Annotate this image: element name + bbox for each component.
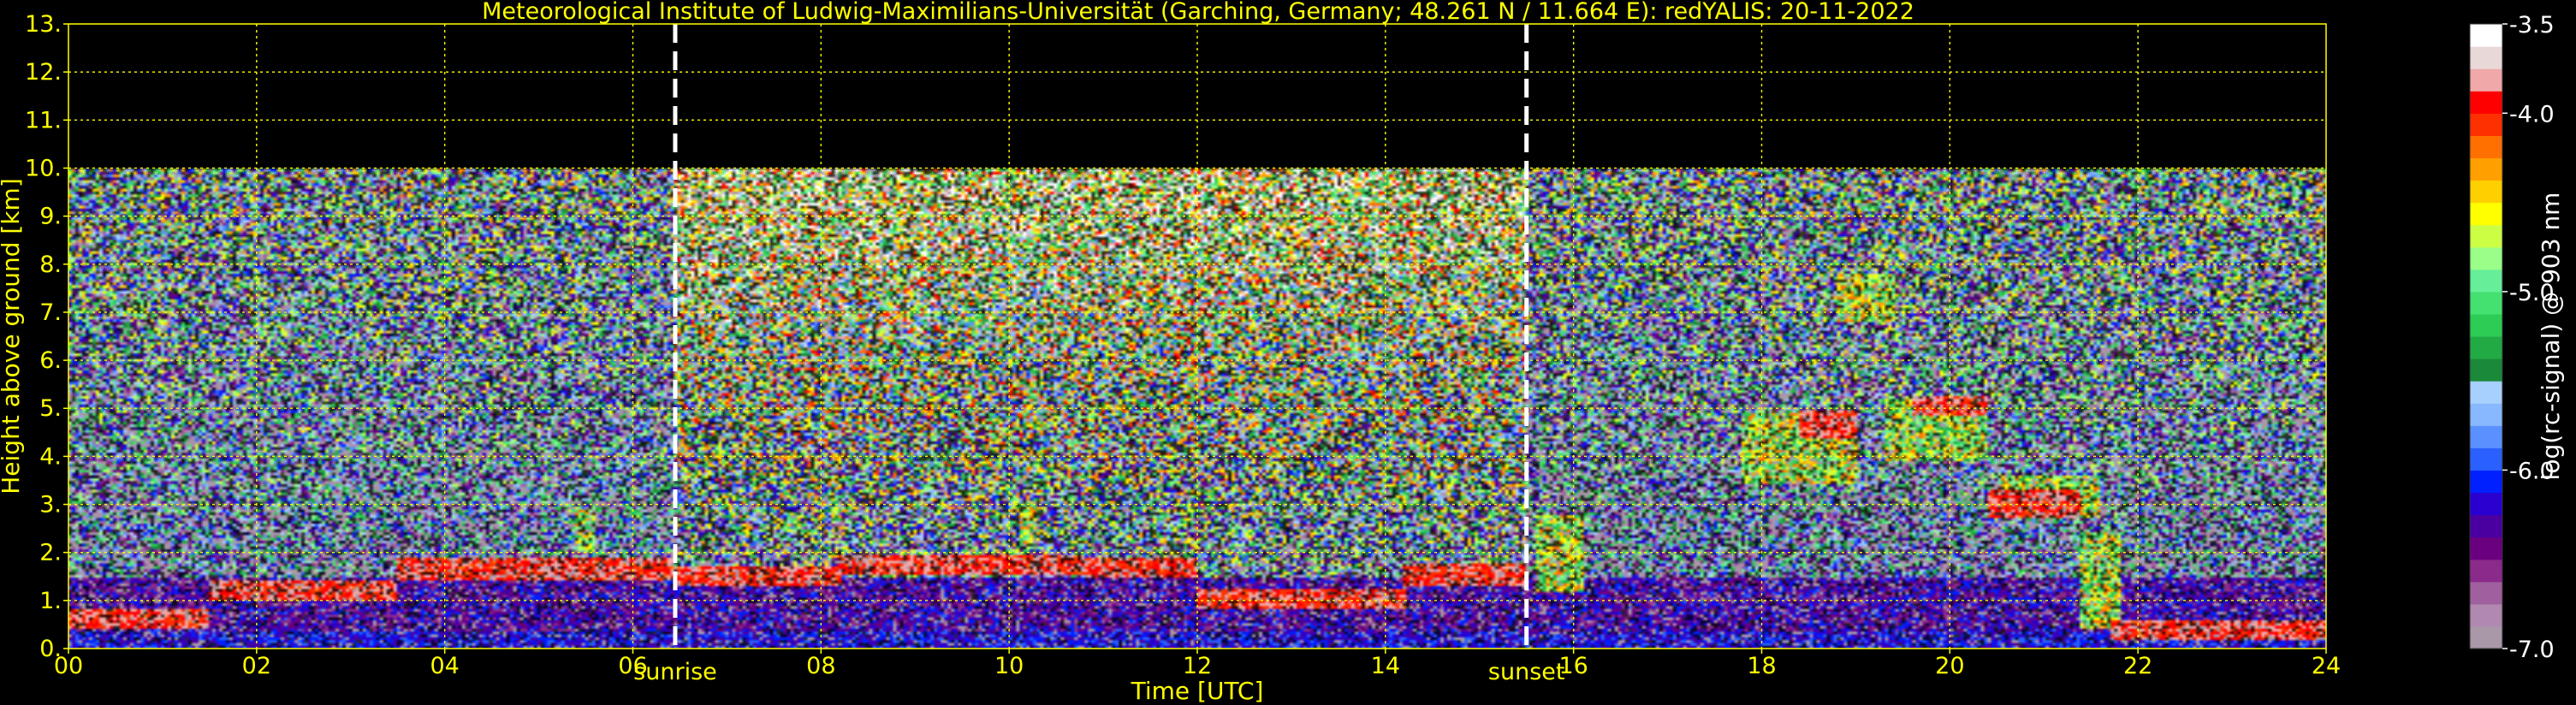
y-tick-label: 3. [39, 492, 62, 518]
x-tick-label: 02 [242, 653, 271, 679]
colorbar-tick-label: -3.5 [2509, 12, 2555, 39]
x-tick-label: 10 [994, 653, 1024, 679]
plot-area: sunrise sunset [68, 23, 2327, 685]
colorbar-segment [2470, 180, 2502, 204]
x-tick-label: 20 [1935, 653, 1964, 679]
y-tick-label: 11. [25, 107, 62, 133]
x-tick-label: 12 [1183, 653, 1212, 679]
y-tick-label: 8. [39, 252, 62, 278]
colorbar-segment [2470, 224, 2502, 248]
x-tick-label: 18 [1747, 653, 1776, 679]
colorbar-segment [2470, 113, 2502, 136]
colorbar-segment [2470, 313, 2502, 337]
x-tick-label: 16 [1558, 653, 1588, 679]
y-tick-label: 10. [25, 155, 62, 181]
y-tick-label: 5. [39, 395, 62, 422]
colorbar-segment [2470, 68, 2502, 92]
x-tick-label: 08 [806, 653, 835, 679]
y-tick-label: 13. [25, 11, 62, 38]
colorbar-label: log(rc-signal) @ 903 nm [2537, 193, 2565, 481]
colorbar-segment [2470, 603, 2502, 627]
y-tick-label: 1. [39, 588, 62, 614]
x-tick-label: 04 [430, 653, 459, 679]
y-tick-label: 2. [39, 540, 62, 566]
colorbar-segment [2470, 447, 2502, 471]
colorbar-segment [2470, 46, 2502, 69]
colorbar-segment [2470, 91, 2502, 114]
colorbar-tick-label: -4.0 [2509, 101, 2555, 127]
colorbar-segment [2470, 358, 2502, 382]
colorbar-segment [2470, 581, 2502, 605]
colorbar-segment [2470, 536, 2502, 560]
colorbar-segment [2470, 202, 2502, 226]
x-tick-label: 06 [618, 653, 647, 679]
lidar-chart: Meteorological Institute of Ludwig-Maxim… [0, 0, 2576, 705]
colorbar-tick-label: -7.0 [2509, 637, 2555, 663]
colorbar-segment [2470, 246, 2502, 270]
colorbar-segment [2470, 625, 2502, 649]
colorbar-segment [2470, 559, 2502, 583]
chart-title: Meteorological Institute of Ludwig-Maxim… [482, 0, 1914, 25]
y-tick-label: 6. [39, 347, 62, 374]
y-tick-label: 7. [39, 299, 62, 326]
y-tick-label: 4. [39, 443, 62, 470]
x-tick-label: 24 [2312, 653, 2341, 679]
colorbar-segment [2470, 425, 2502, 448]
y-tick-label: 12. [25, 59, 62, 86]
colorbar-segment [2470, 269, 2502, 293]
y-tick-label: 9. [39, 204, 62, 230]
x-tick-label: 22 [2123, 653, 2152, 679]
colorbar-segment [2470, 24, 2502, 47]
x-tick-label: 14 [1371, 653, 1400, 679]
colorbar-segment [2470, 403, 2502, 426]
colorbar-segment [2470, 470, 2502, 494]
y-axis-label: Height above ground [km] [0, 178, 25, 495]
colorbar-segment [2470, 135, 2502, 159]
y-tick-label: 0. [39, 636, 62, 662]
sunset-label: sunset [1488, 659, 1565, 685]
colorbar-segment [2470, 492, 2502, 516]
colorbar-segment [2470, 381, 2502, 404]
colorbar-segment [2470, 157, 2502, 181]
colorbar-segment [2470, 514, 2502, 538]
colorbar-segment [2470, 336, 2502, 359]
x-axis-label: Time [UTC] [1131, 677, 1264, 705]
colorbar-segment [2470, 291, 2502, 315]
